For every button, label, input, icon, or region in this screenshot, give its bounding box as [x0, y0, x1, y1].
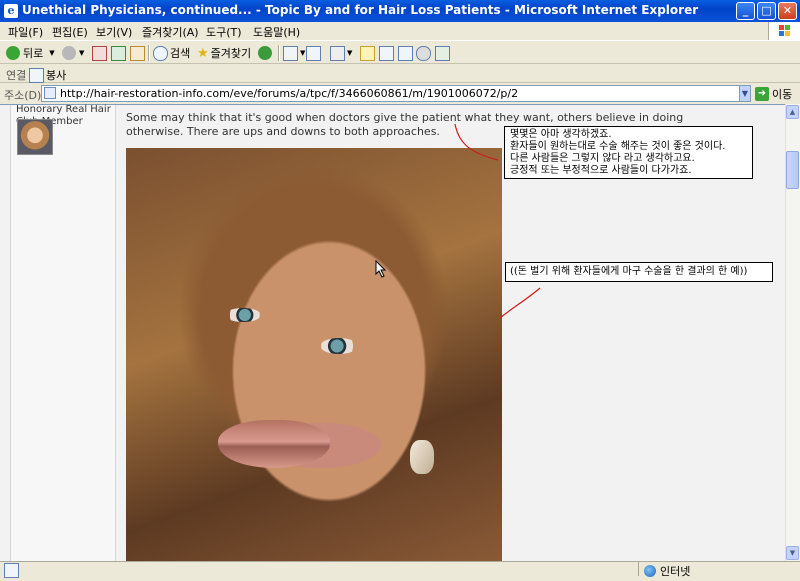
status-divider: [638, 562, 639, 576]
page-icon: [29, 67, 44, 83]
chevron-down-icon: ▼: [49, 49, 55, 57]
author-panel: [10, 105, 116, 561]
menu-view[interactable]: 보기(V): [96, 24, 132, 40]
stop-icon: [92, 45, 107, 61]
annotation-box-1: 몇몇은 아마 생각하겠죠. 환자들이 원하는대로 수술 해주는 것이 좋은 것이…: [504, 126, 753, 179]
photo-eye-left: [225, 308, 261, 322]
refresh-icon: [111, 45, 126, 61]
menu-tools[interactable]: 도구(T): [206, 24, 242, 40]
scrollbar-thumb[interactable]: [786, 151, 799, 189]
messenger-icon: [398, 45, 413, 61]
windows-logo-icon: [768, 22, 800, 40]
menu-help[interactable]: 도움말(H): [253, 24, 300, 40]
print-button[interactable]: ▼: [330, 45, 352, 61]
minimize-button[interactable]: _: [736, 2, 755, 20]
close-button[interactable]: ✕: [778, 2, 797, 20]
favorites-button[interactable]: ★ 즐겨찾기: [197, 45, 251, 61]
go-arrow-icon: ➜: [755, 87, 769, 101]
menu-favorites[interactable]: 즐겨찾기(A): [142, 24, 199, 40]
star-icon: ★: [197, 45, 209, 61]
back-button[interactable]: 뒤로 ▼: [6, 45, 55, 61]
tools-icon: [435, 45, 450, 61]
toolbar-divider: [148, 45, 150, 61]
home-icon: [130, 45, 145, 61]
toolbar-divider: [278, 45, 280, 61]
chevron-down-icon: ▼: [300, 49, 306, 57]
mail-icon: [306, 45, 321, 61]
refresh-button[interactable]: [111, 45, 128, 61]
annotation-line: 환자들이 원하는대로 수술 해주는 것이 좋은 것이다.: [510, 141, 726, 152]
links-bar: 연결 봉사: [0, 65, 800, 83]
links-label: 연결: [6, 69, 27, 82]
chevron-down-icon: ▼: [347, 49, 353, 57]
address-label: 주소(D): [4, 89, 42, 102]
mail-button[interactable]: [306, 45, 323, 61]
window-title: Unethical Physicians, continued... - Top…: [22, 3, 699, 17]
annotation-line: 몇몇은 아마 생각하겠죠.: [510, 129, 612, 140]
avatar[interactable]: [17, 119, 53, 155]
maximize-button[interactable]: □: [757, 2, 776, 20]
search-button[interactable]: 검색: [153, 45, 190, 61]
menu-edit[interactable]: 편집(E): [52, 24, 88, 40]
search-icon: [153, 45, 168, 61]
ie-icon: e: [4, 4, 18, 18]
annotation-stroke-1: [454, 123, 499, 161]
media-button[interactable]: [258, 45, 275, 61]
links-item-label: 봉사: [46, 69, 67, 82]
history-button[interactable]: ▼: [283, 45, 305, 61]
annotation-line: 긍정적 또는 부정적으로 사람들이 다가가죠.: [510, 165, 692, 176]
chevron-down-icon[interactable]: ▼: [739, 86, 750, 101]
print-icon: [330, 45, 345, 61]
forward-arrow-icon: [62, 46, 76, 60]
favorites-label: 즐겨찾기: [210, 47, 252, 60]
discuss-button[interactable]: [360, 45, 377, 61]
scroll-up-arrow-icon[interactable]: ▲: [786, 105, 799, 119]
address-input[interactable]: http://hair-restoration-info.com/eve/for…: [41, 85, 751, 102]
globe-icon: [644, 565, 656, 577]
annotation-box-2: ((돈 벌기 위해 환자들에게 마구 수술을 한 결과의 한 예)): [505, 262, 773, 282]
links-item[interactable]: 봉사: [29, 67, 66, 83]
gear-icon: [416, 45, 431, 61]
forward-button[interactable]: ▼: [62, 45, 84, 61]
go-button[interactable]: ➜ 이동: [755, 86, 800, 102]
stop-button[interactable]: [92, 45, 109, 61]
photo-eye-right: [320, 338, 358, 354]
search-label: 검색: [170, 47, 191, 60]
menu-bar: 파일(F) 편집(E) 보기(V) 즐겨찾기(A) 도구(T) 도움말(H): [0, 22, 800, 40]
chevron-down-icon: ▼: [79, 49, 85, 57]
go-label: 이동: [772, 88, 793, 101]
mouse-cursor-icon: [375, 260, 387, 278]
toolbar: 뒤로 ▼ ▼ 검색 ★ 즐겨찾기 ▼ ▼: [0, 40, 800, 64]
messenger-button[interactable]: [398, 45, 415, 61]
history-icon: [283, 45, 298, 61]
settings-button[interactable]: [416, 45, 433, 61]
page-status-icon: [4, 563, 21, 581]
photo-earring: [410, 440, 434, 474]
research-button[interactable]: [379, 45, 396, 61]
menu-file[interactable]: 파일(F): [8, 24, 43, 40]
tools-button[interactable]: [435, 45, 452, 61]
annotation-stroke-2: [499, 287, 541, 319]
research-icon: [379, 45, 394, 61]
media-icon: [258, 46, 272, 60]
back-arrow-icon: [6, 46, 20, 60]
note-icon: [360, 45, 375, 61]
page-icon: [44, 87, 56, 99]
photo-lips: [218, 420, 330, 468]
home-button[interactable]: [130, 45, 147, 61]
back-label: 뒤로: [23, 47, 44, 60]
scroll-down-arrow-icon[interactable]: ▼: [786, 546, 799, 560]
annotation-line: 다른 사람들은 그렇지 않다 라고 생각하고요.: [510, 153, 695, 164]
